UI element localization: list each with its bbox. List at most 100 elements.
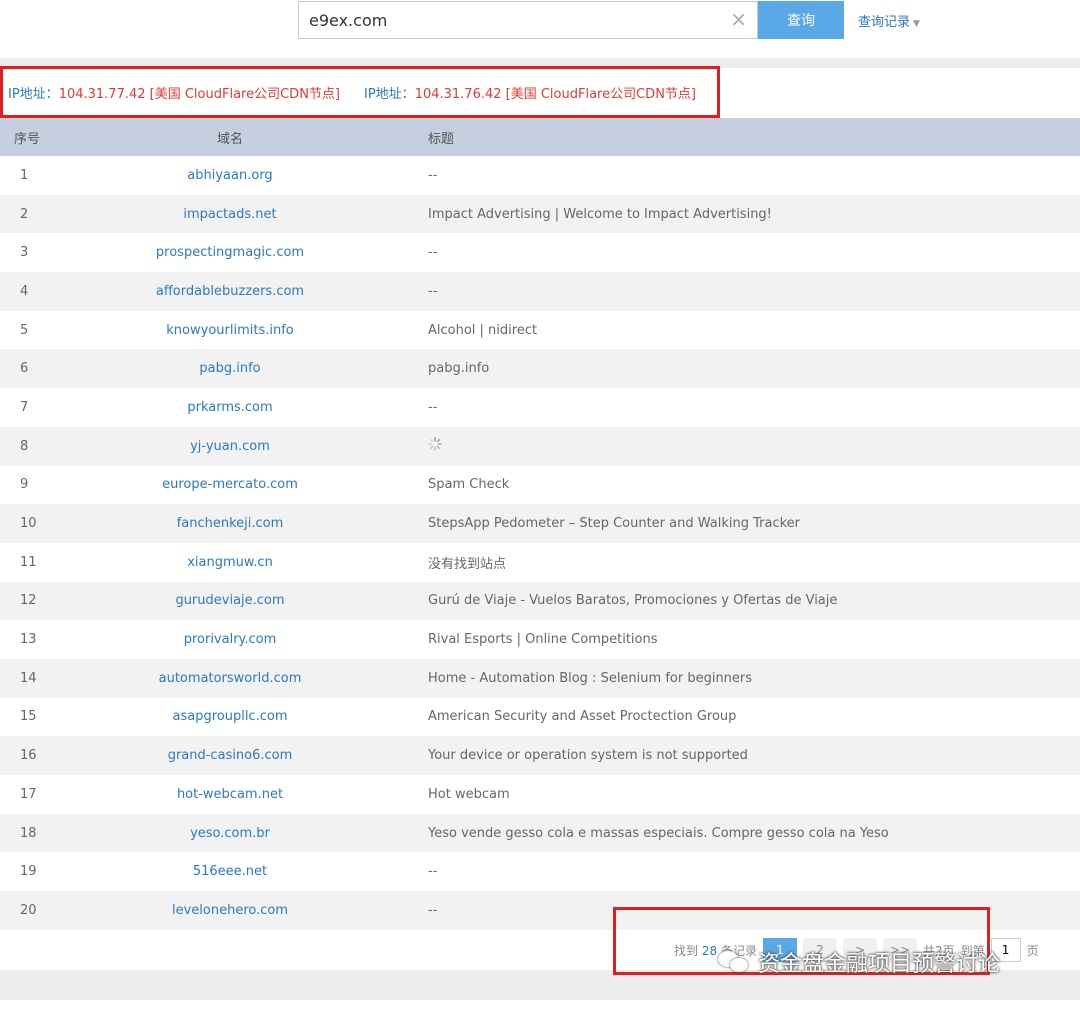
row-domain-link[interactable]: yeso.com.br [110, 814, 370, 853]
row-domain-link[interactable]: prkarms.com [110, 388, 370, 427]
ip-label: IP地址： [8, 86, 59, 102]
row-no: 18 [20, 825, 37, 841]
row-domain-link[interactable]: prospectingmagic.com [110, 233, 370, 272]
table-row: 8 yj-yuan.com [0, 426, 1080, 466]
row-domain-link[interactable]: levelonehero.com [110, 891, 370, 930]
row-title: Home - Automation Blog : Selenium for be… [428, 670, 753, 686]
row-domain-link[interactable]: 516eee.net [110, 852, 370, 891]
row-no: 6 [20, 361, 29, 377]
row-domain-link[interactable]: knowyourlimits.info [110, 311, 370, 350]
row-title: Gurú de Viaje - Vuelos Baratos, Promocio… [428, 593, 838, 609]
row-domain-link[interactable]: prorivalry.com [110, 620, 370, 659]
row-title: -- [428, 167, 438, 183]
row-domain-link[interactable]: grand-casino6.com [110, 736, 370, 775]
table-row: 13 prorivalry.com Rival Esports | Online C… [0, 620, 1080, 659]
row-title: 没有找到站点 [428, 556, 507, 572]
table-row: 15 asapgroupllc.com American Security and … [0, 698, 1080, 737]
row-no: 1 [20, 167, 29, 183]
table-row: 3 prospectingmagic.com -- [0, 233, 1080, 272]
row-no: 5 [20, 322, 29, 338]
row-no: 10 [20, 516, 37, 532]
watermark: 资金盘金融项目预警讨论 [718, 946, 1000, 978]
header-no: 序号 [14, 131, 41, 147]
table-row: 16 grand-casino6.com Your device or operat… [0, 736, 1080, 775]
wechat-icon [718, 949, 752, 975]
table-row: 5 knowyourlimits.info Alcohol | nidirect [0, 311, 1080, 350]
row-title: pabg.info [428, 361, 490, 377]
row-title: Your device or operation system is not s… [428, 748, 748, 764]
search-button[interactable]: 查询 [758, 1, 844, 39]
loading-spinner-icon [428, 437, 442, 451]
table-row: 11 xiangmuw.cn 没有找到站点 [0, 543, 1080, 582]
row-no: 4 [20, 283, 29, 299]
row-domain-link[interactable]: hot-webcam.net [110, 775, 370, 814]
row-no: 7 [20, 399, 29, 415]
search-input[interactable] [299, 2, 729, 38]
row-no: 3 [20, 245, 29, 261]
row-title: -- [428, 902, 438, 918]
ip-info-item: IP地址：104.31.76.42 [美国 CloudFlare公司CDN节点] [364, 83, 696, 102]
row-domain-link[interactable]: xiangmuw.cn [110, 543, 370, 582]
row-domain-link[interactable]: impactads.net [110, 195, 370, 234]
table-row: 4 affordablebuzzers.com -- [0, 272, 1080, 311]
row-title: Spam Check [428, 477, 510, 493]
row-domain-link[interactable]: fanchenkeji.com [110, 504, 370, 543]
row-no: 20 [20, 902, 37, 918]
row-domain-link[interactable]: yj-yuan.com [110, 427, 370, 466]
row-title: -- [428, 245, 438, 261]
row-no: 19 [20, 864, 37, 880]
ip-info-item: IP地址：104.31.77.42 [美国 CloudFlare公司CDN节点] [8, 83, 340, 102]
watermark-text: 资金盘金融项目预警讨论 [758, 952, 1001, 977]
row-title: Alcohol | nidirect [428, 322, 538, 338]
row-domain-link[interactable]: affordablebuzzers.com [110, 272, 370, 311]
table-row: 20 levelonehero.com -- [0, 891, 1080, 930]
table-row: 18 yeso.com.br Yeso vende gesso cola e mas… [0, 813, 1080, 853]
row-title: -- [428, 864, 438, 880]
row-no: 11 [20, 554, 37, 570]
header-title: 标题 [428, 131, 455, 147]
caret-down-icon: ▼ [913, 19, 920, 29]
row-title: Impact Advertising | Welcome to Impact A… [428, 206, 772, 222]
table-row: 7 prkarms.com -- [0, 388, 1080, 427]
table-row: 19 516eee.net -- [0, 852, 1080, 891]
row-no: 13 [20, 632, 37, 648]
row-no: 17 [20, 786, 37, 802]
table-row: 9 europe-mercato.com Spam Check [0, 466, 1080, 505]
header-domain: 域名 [216, 131, 243, 147]
row-title: American Security and Asset Proctection … [428, 709, 737, 725]
row-domain-link[interactable]: automatorsworld.com [110, 659, 370, 698]
table-row: 10 fanchenkeji.com StepsApp Pedometer – St… [0, 504, 1080, 543]
row-title [370, 427, 1080, 466]
row-no: 8 [20, 438, 29, 454]
row-title: -- [428, 399, 438, 415]
table-row: 12 gurudeviaje.com Gurú de Viaje - Vuelos … [0, 581, 1080, 621]
row-domain-link[interactable]: asapgroupllc.com [110, 698, 370, 737]
table-header-row: 序号 域名 标题 [0, 118, 1080, 156]
row-title: Yeso vende gesso cola e massas especiais… [428, 825, 889, 841]
ip-value: 104.31.76.42 [美国 CloudFlare公司CDN节点] [414, 86, 696, 102]
row-no: 9 [20, 477, 29, 493]
table-row: 14 automatorsworld.com Home - Automation B… [0, 658, 1080, 698]
search-history-label: 查询记录 [858, 15, 911, 30]
row-no: 12 [20, 593, 37, 609]
table-row: 17 hot-webcam.net Hot webcam [0, 775, 1080, 814]
search-history-link[interactable]: 查询记录 ▼ [858, 11, 920, 30]
row-no: 2 [20, 206, 29, 222]
ip-label: IP地址： [364, 86, 415, 102]
table-row: 1 abhiyaan.org -- [0, 156, 1080, 195]
row-no: 15 [20, 709, 37, 725]
row-title: StepsApp Pedometer – Step Counter and Wa… [428, 516, 801, 532]
row-title: Hot webcam [428, 786, 510, 802]
divider [0, 58, 1080, 68]
row-no: 16 [20, 748, 37, 764]
row-domain-link[interactable]: abhiyaan.org [110, 156, 370, 195]
row-domain-link[interactable]: gurudeviaje.com [110, 582, 370, 621]
table-row: 2 impactads.net Impact Advertising | Welco… [0, 194, 1080, 234]
found-count: 28 [701, 943, 718, 958]
ip-info-row: IP地址：104.31.77.42 [美国 CloudFlare公司CDN节点]… [0, 68, 1080, 116]
row-title: Rival Esports | Online Competitions [428, 632, 658, 648]
clear-icon[interactable]: × [730, 9, 747, 29]
row-domain-link[interactable]: pabg.info [110, 349, 370, 388]
row-domain-link[interactable]: europe-mercato.com [110, 466, 370, 505]
search-box: × [298, 1, 758, 39]
